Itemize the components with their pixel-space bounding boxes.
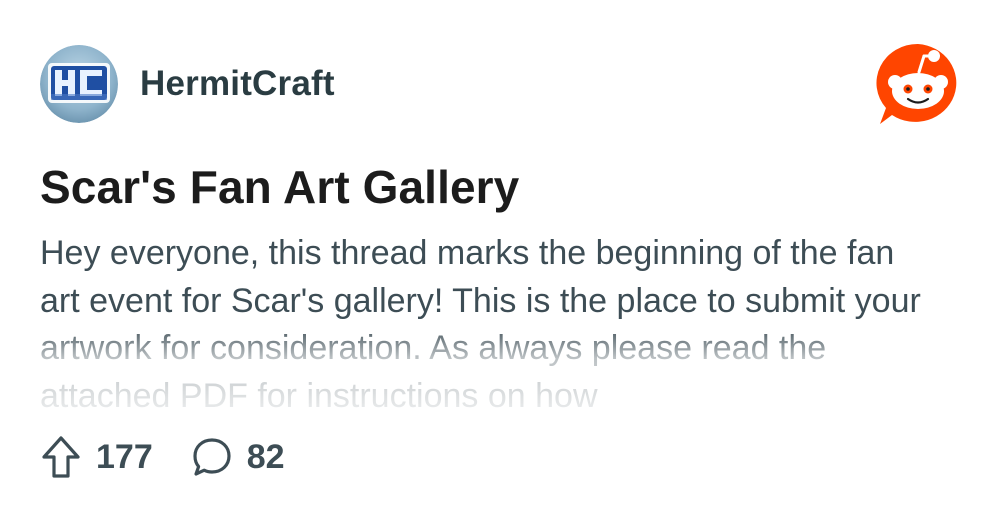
post-header: HermitCraft [40, 44, 335, 124]
post-title[interactable]: Scar's Fan Art Gallery [40, 160, 519, 214]
post-actions-bar: 177 82 [40, 432, 285, 482]
comments-button[interactable]: 82 [191, 436, 285, 478]
comment-count: 82 [246, 437, 285, 476]
comment-bubble-icon [193, 438, 231, 476]
subreddit-name[interactable]: HermitCraft [140, 64, 335, 104]
upvote-count: 177 [96, 437, 153, 476]
upvote-arrow-icon [42, 436, 80, 478]
reddit-logo-icon[interactable] [874, 42, 962, 126]
post-body-container[interactable]: Hey everyone, this thread marks the begi… [40, 230, 940, 408]
post-card[interactable]: HermitCraft Scar's Fan Art Gallery Hey e… [0, 0, 1000, 521]
hermitcraft-logo-icon[interactable] [40, 45, 118, 123]
post-body-text: Hey everyone, this thread marks the begi… [40, 234, 921, 408]
upvote-button[interactable]: 177 [40, 435, 153, 479]
